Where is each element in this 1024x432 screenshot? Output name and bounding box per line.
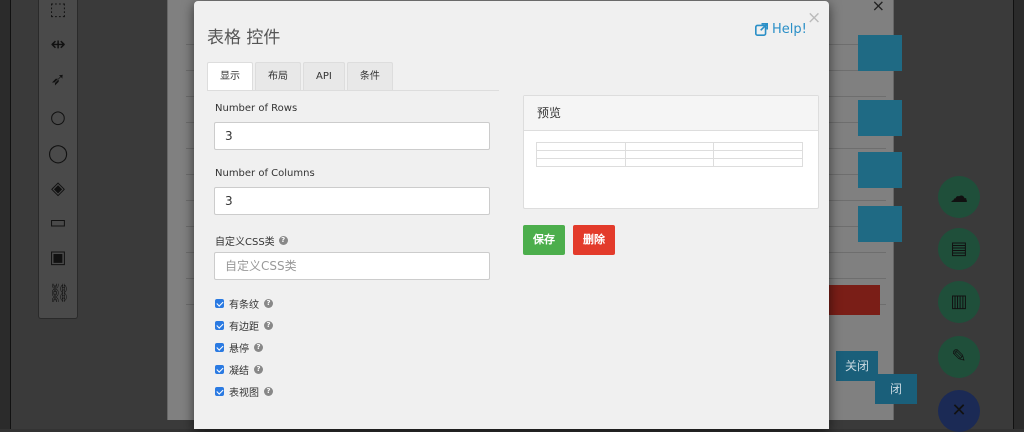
upload-fab-icon[interactable]: ☁ [938,176,980,218]
option-label: 表视图 [229,388,259,399]
close-icon[interactable]: × [807,8,821,28]
subprocess-icon[interactable]: ▣ [48,248,68,268]
tab-divider [207,90,499,91]
help-circle-icon[interactable]: ? [254,343,263,352]
background-close-button[interactable]: 闭 [875,374,917,404]
save-fab-icon[interactable]: ▤ [938,228,980,270]
background-close-button[interactable]: 关闭 [836,351,878,381]
option-label: 凝结 [229,366,249,377]
option-condensed[interactable]: 凝结 ? [215,362,263,377]
tab-conditions[interactable]: 条件 [346,62,393,91]
clipboard-fab-icon[interactable]: ▥ [938,281,980,323]
background-teal-block [858,152,902,188]
left-edge-bar [0,0,11,429]
help-circle-icon[interactable]: ? [278,236,288,245]
table-cell [624,158,715,167]
background-teal-block [858,206,902,242]
space-tool-icon[interactable]: ⇹ [48,35,68,55]
start-event-icon[interactable]: ○ [48,108,68,128]
background-close-icon[interactable]: × [872,0,885,15]
rows-label-text: Number of Rows [215,103,298,114]
close-fab-icon[interactable]: ✕ [938,390,980,432]
table-row [536,142,803,151]
right-edge-bar [1013,0,1024,429]
edit-fab-icon[interactable]: ✎ [938,336,980,378]
table-cell [624,142,715,151]
delete-button[interactable]: 删除 [573,225,615,255]
modal-title: 表格 控件 [207,28,281,48]
help-label: Help! [772,22,807,37]
table-cell [624,150,715,159]
lasso-tool-icon[interactable]: ⬚ [48,0,68,20]
help-circle-icon[interactable]: ? [254,365,263,374]
option-bordered[interactable]: 有边距 ? [215,318,273,333]
tab-api[interactable]: API [303,62,345,91]
task-icon[interactable]: ▭ [48,213,68,233]
option-label: 有边距 [229,322,259,333]
columns-label-text: Number of Columns [215,168,315,179]
table-cell [536,150,626,159]
preview-panel: 预览 [523,95,819,209]
gateway-icon[interactable]: ◈ [48,179,68,199]
css-class-label-text: 自定义CSS类 [215,237,275,248]
tab-bar: 显示 布局 API 条件 [207,62,395,91]
external-link-icon [755,23,768,36]
checkbox-checked-icon[interactable] [215,387,224,396]
table-cell [536,158,626,167]
connect-tool-icon[interactable]: ➶ [48,70,68,90]
checkbox-checked-icon[interactable] [215,299,224,308]
help-link[interactable]: Help! [755,22,807,37]
tab-display[interactable]: 显示 [207,62,253,91]
tool-palette: ⬚ ⇹ ➶ ○ ◯ ◈ ▭ ▣ ⛓ [38,0,78,319]
option-label: 有条纹 [229,300,259,311]
table-control-modal: 表格 控件 × Help! 显示 布局 API 条件 Number of Row… [194,1,829,429]
css-class-label: 自定义CSS类 ? [215,233,288,248]
preview-table [536,142,803,167]
option-striped[interactable]: 有条纹 ? [215,296,273,311]
help-circle-icon[interactable]: ? [264,387,273,396]
table-row [536,158,803,167]
preview-title: 预览 [524,96,818,131]
background-teal-block [858,100,902,136]
table-cell [713,150,803,159]
background-teal-block [858,35,902,71]
end-event-icon[interactable]: ◯ [48,144,68,164]
background-red-block [828,285,880,315]
checkbox-checked-icon[interactable] [215,343,224,352]
rows-input[interactable] [214,122,490,150]
table-cell [536,142,626,151]
link-icon[interactable]: ⛓ [48,284,71,304]
table-cell [713,158,803,167]
help-circle-icon[interactable]: ? [264,321,273,330]
tab-layout[interactable]: 布局 [255,62,301,91]
checkbox-checked-icon[interactable] [215,365,224,374]
columns-input[interactable] [214,187,490,215]
save-button[interactable]: 保存 [523,225,565,255]
checkbox-checked-icon[interactable] [215,321,224,330]
table-cell [713,142,803,151]
rows-label: Number of Rows [215,103,297,114]
table-row [536,150,803,159]
css-class-input[interactable] [214,252,490,280]
option-table-view[interactable]: 表视图 ? [215,384,273,399]
option-label: 悬停 [229,344,249,355]
help-circle-icon[interactable]: ? [264,299,273,308]
columns-label: Number of Columns [215,168,315,179]
option-hover[interactable]: 悬停 ? [215,340,263,355]
